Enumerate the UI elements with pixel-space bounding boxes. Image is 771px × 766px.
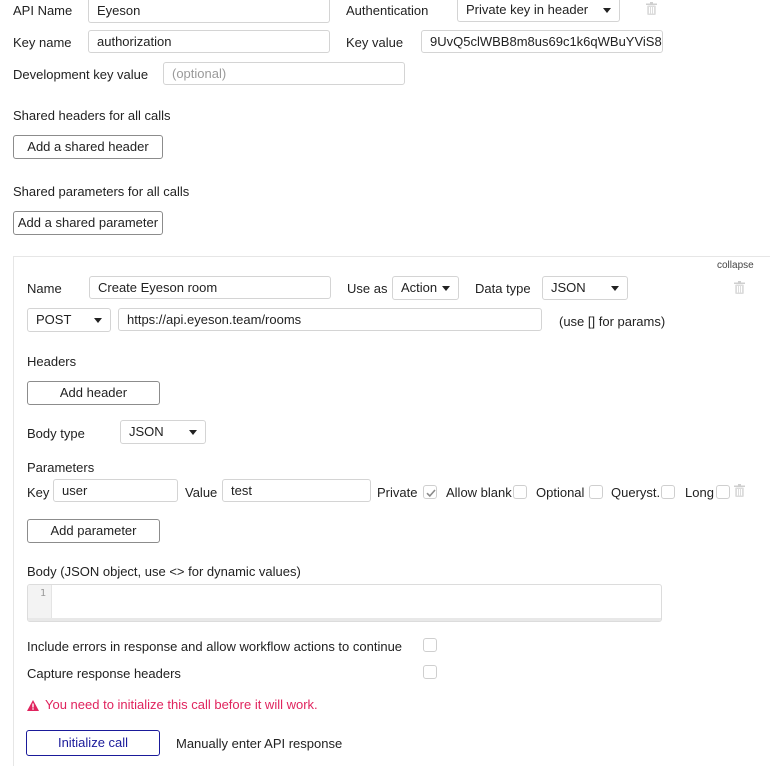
dev-key-label: Development key value bbox=[13, 67, 149, 82]
use-as-label: Use as bbox=[347, 281, 388, 296]
check-icon bbox=[426, 489, 436, 498]
data-type-label: Data type bbox=[475, 281, 531, 296]
collapse-link[interactable]: collapse bbox=[717, 258, 754, 274]
manual-response-link[interactable]: Manually enter API response bbox=[176, 736, 342, 752]
add-header-button[interactable]: Add header bbox=[27, 381, 160, 405]
http-method-select-value: POST bbox=[36, 312, 72, 327]
queryst-checkbox[interactable] bbox=[661, 485, 675, 499]
authentication-select[interactable]: Private key in header bbox=[457, 0, 620, 22]
line-number: 1 bbox=[39, 588, 46, 599]
api-name-input[interactable]: Eyeson bbox=[88, 0, 330, 23]
horizontal-scrollbar[interactable] bbox=[28, 618, 661, 621]
api-name-label: API Name bbox=[13, 3, 73, 18]
line-gutter: 1 bbox=[28, 585, 52, 621]
parameters-label: Parameters bbox=[27, 460, 95, 475]
shared-headers-label: Shared headers for all calls bbox=[13, 108, 171, 123]
api-call-panel bbox=[13, 256, 770, 766]
private-label: Private bbox=[377, 485, 418, 500]
optional-checkbox[interactable] bbox=[589, 485, 603, 499]
dev-key-input[interactable]: (optional) bbox=[163, 62, 405, 85]
trash-icon[interactable] bbox=[734, 281, 745, 297]
allow-blank-label: Allow blank bbox=[446, 485, 512, 500]
add-parameter-button[interactable]: Add parameter bbox=[27, 519, 160, 543]
param-value-input[interactable]: test bbox=[222, 479, 371, 502]
init-warning-text: You need to initialize this call before … bbox=[45, 697, 318, 712]
queryst-label: Queryst. bbox=[611, 485, 661, 500]
authentication-select-value: Private key in header bbox=[466, 2, 589, 17]
long-label: Long bbox=[685, 485, 714, 500]
initialize-call-button[interactable]: Initialize call bbox=[26, 730, 160, 756]
http-method-select[interactable]: POST bbox=[27, 308, 111, 332]
body-type-select[interactable]: JSON bbox=[120, 420, 206, 444]
long-checkbox[interactable] bbox=[716, 485, 730, 499]
warning-icon bbox=[27, 700, 39, 711]
include-errors-checkbox[interactable] bbox=[423, 638, 437, 652]
chevron-down-icon bbox=[189, 430, 197, 435]
data-type-select[interactable]: JSON bbox=[542, 276, 628, 300]
use-as-select[interactable]: Action bbox=[392, 276, 459, 300]
call-name-input[interactable]: Create Eyeson room bbox=[89, 276, 331, 299]
param-key-input[interactable]: user bbox=[53, 479, 178, 502]
body-label: Body (JSON object, use <> for dynamic va… bbox=[27, 564, 301, 579]
chevron-down-icon bbox=[442, 286, 450, 291]
key-value-input[interactable]: 9UvQ5clWBB8m8us69c1k6qWBuYViS8alB0 bbox=[421, 30, 663, 53]
optional-label: Optional bbox=[536, 485, 585, 500]
param-value-label: Value bbox=[185, 485, 218, 500]
init-warning: You need to initialize this call before … bbox=[27, 697, 318, 713]
trash-icon[interactable] bbox=[646, 2, 657, 18]
body-type-select-value: JSON bbox=[129, 424, 164, 439]
capture-headers-checkbox[interactable] bbox=[423, 665, 437, 679]
body-code-editor[interactable]: 1 bbox=[27, 584, 662, 622]
url-hint: (use [] for params) bbox=[559, 314, 666, 329]
use-as-select-value: Action bbox=[401, 280, 438, 295]
key-value-label: Key value bbox=[346, 35, 404, 50]
key-name-input[interactable]: authorization bbox=[88, 30, 330, 53]
param-key-label: Key bbox=[27, 485, 50, 500]
call-name-label: Name bbox=[27, 281, 62, 296]
add-shared-parameter-button[interactable]: Add a shared parameter bbox=[13, 211, 163, 235]
headers-label: Headers bbox=[27, 354, 77, 369]
chevron-down-icon bbox=[611, 286, 619, 291]
private-checkbox[interactable] bbox=[423, 485, 437, 499]
shared-params-label: Shared parameters for all calls bbox=[13, 184, 190, 199]
chevron-down-icon bbox=[603, 8, 611, 13]
url-input[interactable]: https://api.eyeson.team/rooms bbox=[118, 308, 542, 331]
add-shared-header-button[interactable]: Add a shared header bbox=[13, 135, 163, 159]
key-name-label: Key name bbox=[13, 35, 72, 50]
data-type-select-value: JSON bbox=[551, 280, 586, 295]
body-type-label: Body type bbox=[27, 426, 85, 441]
authentication-label: Authentication bbox=[346, 3, 429, 18]
capture-headers-label: Capture response headers bbox=[27, 666, 181, 681]
trash-icon[interactable] bbox=[734, 484, 745, 500]
allow-blank-checkbox[interactable] bbox=[513, 485, 527, 499]
include-errors-label: Include errors in response and allow wor… bbox=[27, 639, 403, 654]
chevron-down-icon bbox=[94, 318, 102, 323]
